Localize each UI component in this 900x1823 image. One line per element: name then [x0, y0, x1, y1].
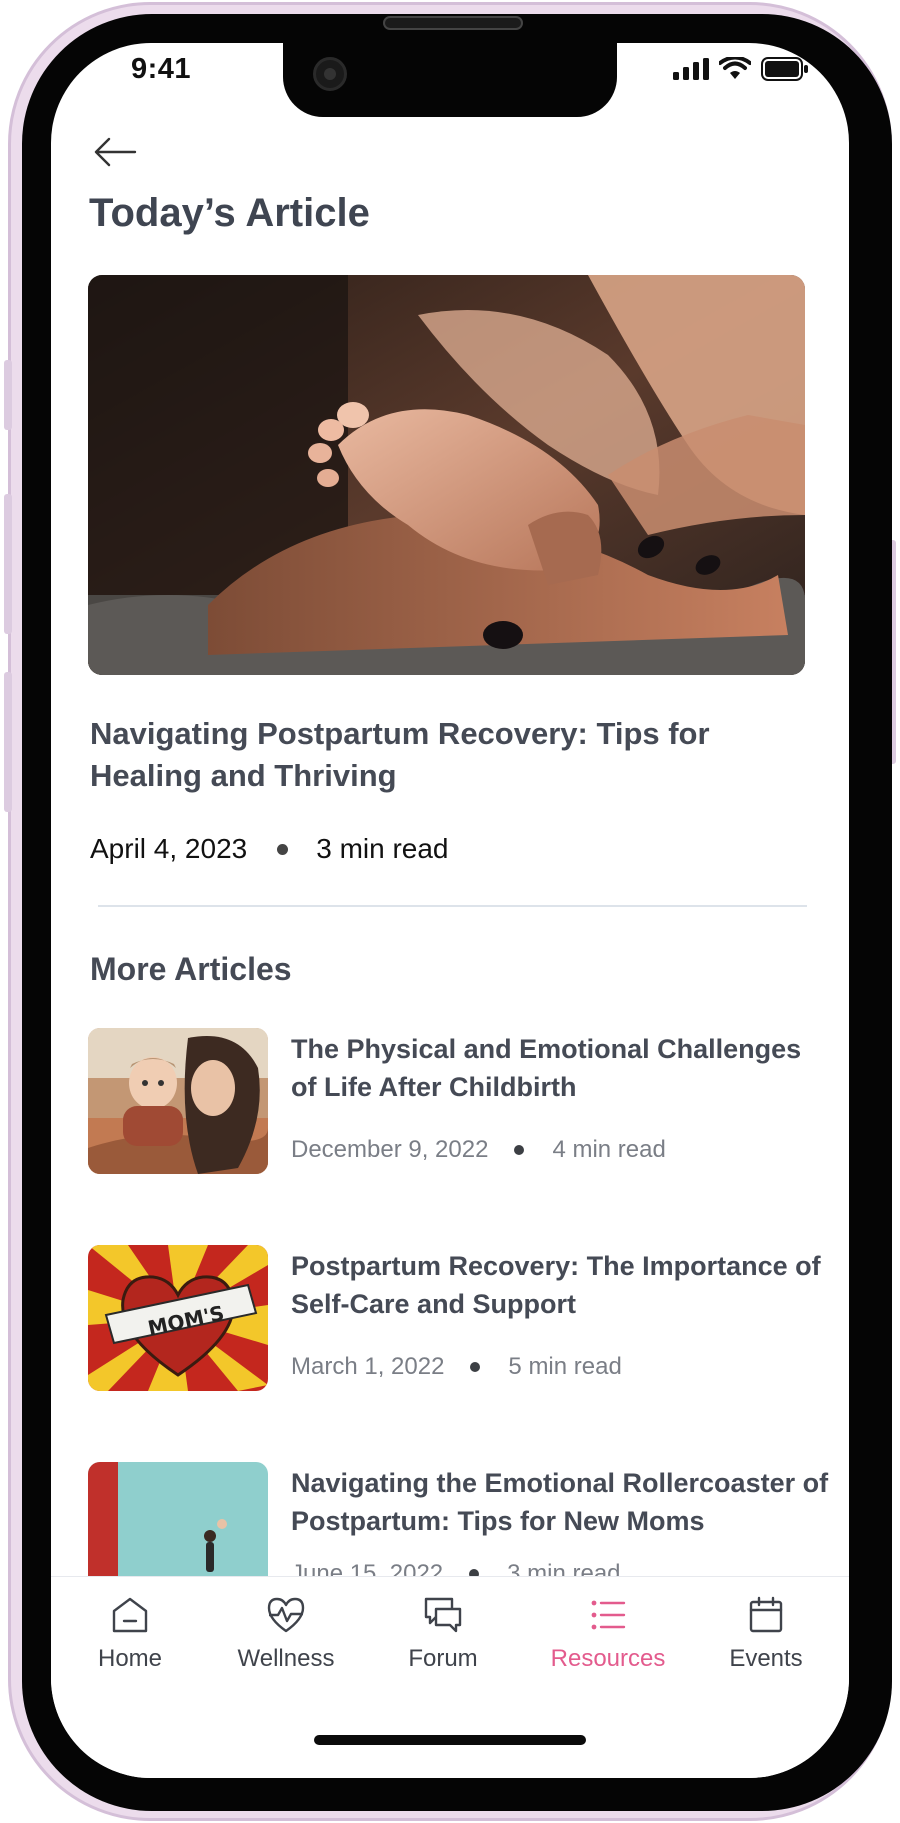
- tab-label: Resources: [550, 1645, 666, 1672]
- status-icons: [673, 57, 809, 81]
- list-icon: [591, 1600, 626, 1630]
- chat-bubbles-icon: [424, 1597, 462, 1633]
- article-meta: March 1, 2022 5 min read: [291, 1353, 622, 1381]
- page-title: Today’s Article: [89, 191, 370, 235]
- separator-dot: [277, 843, 289, 855]
- phone-side-button: [4, 360, 12, 430]
- home-indicator[interactable]: [314, 1735, 586, 1745]
- front-camera: [313, 57, 347, 91]
- more-articles-title: More Articles: [90, 951, 292, 987]
- featured-article-image[interactable]: [88, 275, 805, 675]
- article-meta: December 9, 2022 4 min read: [291, 1136, 666, 1164]
- tab-label: Home: [97, 1645, 163, 1672]
- article-title: Postpartum Recovery: The Importance of S…: [291, 1251, 821, 1319]
- article-item[interactable]: MOM'S Postpartum Recovery: The Importanc…: [88, 1245, 828, 1395]
- heart-pulse-icon: [267, 1597, 305, 1633]
- phone-volume-down-button: [4, 672, 12, 812]
- home-icon: [112, 1597, 148, 1633]
- article-title: Navigating the Emotional Rollercoaster o…: [291, 1468, 829, 1536]
- app-screen: 9:41 Today’s Article Navigating Postpart…: [51, 43, 849, 1778]
- article-read-time: 5 min read: [508, 1353, 622, 1380]
- featured-article-meta: April 4, 2023 3 min read: [90, 833, 449, 865]
- status-time: 9:41: [131, 53, 192, 85]
- phone-speaker: [383, 16, 523, 30]
- article-title: The Physical and Emotional Challenges of…: [291, 1034, 802, 1102]
- article-date: December 9, 2022: [291, 1136, 489, 1163]
- battery-icon: [761, 57, 808, 81]
- tab-label: Wellness: [237, 1645, 335, 1672]
- tab-label: Forum: [408, 1645, 478, 1672]
- article-thumbnail: [88, 1028, 268, 1174]
- article-item[interactable]: The Physical and Emotional Challenges of…: [88, 1028, 828, 1178]
- featured-article-title[interactable]: Navigating Postpartum Recovery: Tips for…: [90, 713, 770, 797]
- divider: [98, 905, 807, 907]
- tab-resources[interactable]: Resources: [538, 1595, 678, 1673]
- back-arrow-icon[interactable]: [93, 135, 137, 169]
- article-read-time: 4 min read: [552, 1136, 666, 1163]
- tab-label: Events: [729, 1645, 803, 1672]
- calendar-icon: [749, 1596, 783, 1633]
- phone-volume-up-button: [4, 494, 12, 634]
- article-thumbnail: MOM'S: [88, 1245, 268, 1391]
- wifi-icon: [719, 57, 751, 79]
- bottom-tab-bar: Home Wellness Forum Resources Events: [51, 1576, 849, 1778]
- cellular-signal-icon: [673, 58, 709, 80]
- featured-article-read-time: 3 min read: [316, 833, 449, 864]
- notch: [283, 43, 617, 117]
- separator-dot: [470, 1362, 481, 1372]
- tab-events[interactable]: Events: [696, 1595, 836, 1673]
- tab-wellness[interactable]: Wellness: [216, 1595, 356, 1673]
- separator-dot: [514, 1145, 525, 1155]
- featured-article-date: April 4, 2023: [90, 833, 248, 864]
- tab-home[interactable]: Home: [60, 1595, 200, 1673]
- tab-forum[interactable]: Forum: [373, 1595, 513, 1673]
- article-date: March 1, 2022: [291, 1353, 445, 1380]
